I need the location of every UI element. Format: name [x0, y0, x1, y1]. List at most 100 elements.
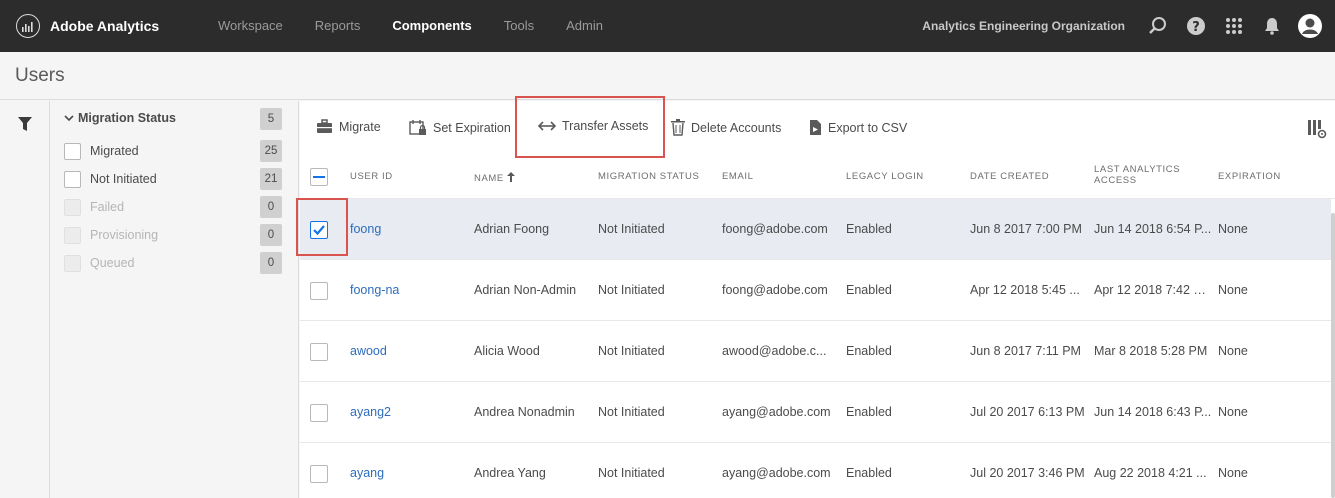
row-checkbox[interactable]: [310, 465, 328, 483]
filter-checkbox[interactable]: [64, 170, 81, 188]
app-grid-icon[interactable]: [1215, 0, 1253, 52]
expiration: None: [1218, 405, 1248, 419]
col-email[interactable]: EMAIL: [722, 171, 754, 182]
user-name: Adrian Non-Admin: [474, 283, 577, 297]
select-all-checkbox[interactable]: [310, 168, 328, 186]
last-access: Apr 12 2018 7:42 PM: [1094, 283, 1212, 297]
last-access: Jun 14 2018 6:43 P...: [1094, 405, 1212, 419]
row-checkbox[interactable]: [310, 282, 328, 300]
vertical-scrollbar[interactable]: [1331, 213, 1335, 498]
filter-item-not-initiated[interactable]: Not Initiated: [64, 168, 284, 190]
migrate-button[interactable]: Migrate: [316, 119, 381, 134]
table-row[interactable]: ayang Andrea Yang Not Initiated ayang@ad…: [300, 443, 1331, 498]
date-created: Apr 12 2018 5:45 ...: [970, 283, 1080, 297]
filter-count-badge: 0: [260, 224, 282, 246]
migration-status: Not Initiated: [598, 222, 665, 236]
date-created: Jul 20 2017 3:46 PM: [970, 466, 1085, 480]
filter-item-label: Not Initiated: [90, 172, 157, 186]
trash-icon: [671, 119, 685, 136]
expiration: None: [1218, 222, 1248, 236]
user-name: Andrea Yang: [474, 466, 546, 480]
chevron-down-icon: [64, 115, 74, 122]
nav-workspace[interactable]: Workspace: [218, 0, 283, 52]
filter-item-label: Queued: [90, 256, 135, 270]
row-checkbox[interactable]: [310, 404, 328, 422]
expiration: None: [1218, 466, 1248, 480]
email: foong@adobe.com: [722, 222, 828, 236]
sort-ascending-icon: [506, 172, 515, 182]
set-expiration-button[interactable]: Set Expiration: [409, 119, 511, 136]
user-id-link[interactable]: foong-na: [350, 283, 468, 297]
top-nav-bar: Adobe Analytics Workspace Reports Compon…: [0, 0, 1335, 52]
page-title: Users: [15, 65, 65, 86]
date-created: Jun 8 2017 7:11 PM: [970, 344, 1081, 358]
col-name[interactable]: NAME: [474, 171, 516, 184]
users-table-panel: Migrate Set Expiration Transfer Assets D…: [296, 96, 1335, 498]
org-switcher[interactable]: Analytics Engineering Organization: [922, 19, 1125, 33]
col-user-id[interactable]: USER ID: [350, 171, 393, 182]
export-csv-button[interactable]: Export to CSV: [809, 119, 907, 136]
action-toolbar: Migrate Set Expiration Transfer Assets D…: [300, 96, 1335, 158]
filter-count-badge: 0: [260, 252, 282, 274]
nav-admin[interactable]: Admin: [566, 0, 603, 52]
nav-tools[interactable]: Tools: [504, 0, 534, 52]
filter-item-migrated[interactable]: Migrated: [64, 140, 284, 162]
page-header: Users: [0, 52, 1335, 100]
search-icon[interactable]: [1139, 0, 1177, 52]
legacy-login: Enabled: [846, 344, 892, 358]
export-file-icon: [810, 120, 821, 135]
migration-status: Not Initiated: [598, 283, 665, 297]
filter-total-badge: 5: [260, 108, 282, 130]
filter-item-provisioning: Provisioning: [64, 224, 284, 246]
migration-status: Not Initiated: [598, 405, 665, 419]
table-row[interactable]: ayang2 Andrea Nonadmin Not Initiated aya…: [300, 382, 1331, 443]
help-icon[interactable]: ?: [1177, 0, 1215, 52]
adobe-analytics-logo-icon: [16, 14, 40, 38]
avatar[interactable]: [1291, 0, 1329, 52]
user-id-link[interactable]: ayang: [350, 466, 468, 480]
nav-reports[interactable]: Reports: [315, 0, 361, 52]
migration-status-filter-header[interactable]: Migration Status: [64, 111, 176, 125]
brand-name: Adobe Analytics: [50, 18, 160, 34]
user-name: Alicia Wood: [474, 344, 540, 358]
calendar-lock-icon: [409, 120, 426, 135]
col-legacy-login[interactable]: LEGACY LOGIN: [846, 171, 924, 182]
column-settings-icon[interactable]: [1307, 119, 1327, 144]
delete-accounts-button[interactable]: Delete Accounts: [671, 119, 781, 136]
date-created: Jul 20 2017 6:13 PM: [970, 405, 1085, 419]
filter-count-badge: 0: [260, 196, 282, 218]
table-row[interactable]: foong Adrian Foong Not Initiated foong@a…: [296, 198, 1331, 260]
user-id-link[interactable]: awood: [350, 344, 468, 358]
row-checkbox[interactable]: [310, 221, 328, 239]
user-id-link[interactable]: foong: [350, 222, 468, 236]
filter-item-failed: Failed: [64, 196, 284, 218]
filter-item-queued: Queued: [64, 252, 284, 274]
table-row[interactable]: foong-na Adrian Non-Admin Not Initiated …: [300, 260, 1331, 321]
filter-icon[interactable]: [17, 116, 33, 137]
email: awood@adobe.c...: [722, 344, 827, 358]
table-header: USER ID NAME MIGRATION STATUS EMAIL LEGA…: [300, 157, 1335, 199]
last-access: Jun 14 2018 6:54 P...: [1094, 222, 1212, 236]
user-id-link[interactable]: ayang2: [350, 405, 468, 419]
migration-status: Not Initiated: [598, 344, 665, 358]
filter-count-badge: 25: [260, 140, 282, 162]
filter-item-label: Provisioning: [90, 228, 159, 242]
row-checkbox[interactable]: [310, 343, 328, 361]
filter-title: Migration Status: [78, 111, 176, 125]
left-rail: [0, 101, 50, 498]
bell-icon[interactable]: [1253, 0, 1291, 52]
legacy-login: Enabled: [846, 283, 892, 297]
filter-panel: Migration Status 5 Migrated 25 Not Initi…: [51, 101, 299, 498]
filter-checkbox[interactable]: [64, 142, 81, 160]
filter-checkbox: [64, 254, 81, 272]
last-access: Mar 8 2018 5:28 PM: [1094, 344, 1208, 358]
brand[interactable]: Adobe Analytics: [16, 14, 216, 38]
filter-checkbox: [64, 198, 81, 216]
nav-components[interactable]: Components: [392, 0, 471, 52]
col-last-analytics-access[interactable]: LAST ANALYTICS ACCESS: [1094, 164, 1180, 186]
col-expiration[interactable]: EXPIRATION: [1218, 171, 1281, 182]
col-date-created[interactable]: DATE CREATED: [970, 171, 1049, 182]
col-migration-status[interactable]: MIGRATION STATUS: [598, 171, 699, 182]
expiration: None: [1218, 283, 1248, 297]
table-row[interactable]: awood Alicia Wood Not Initiated awood@ad…: [300, 321, 1331, 382]
